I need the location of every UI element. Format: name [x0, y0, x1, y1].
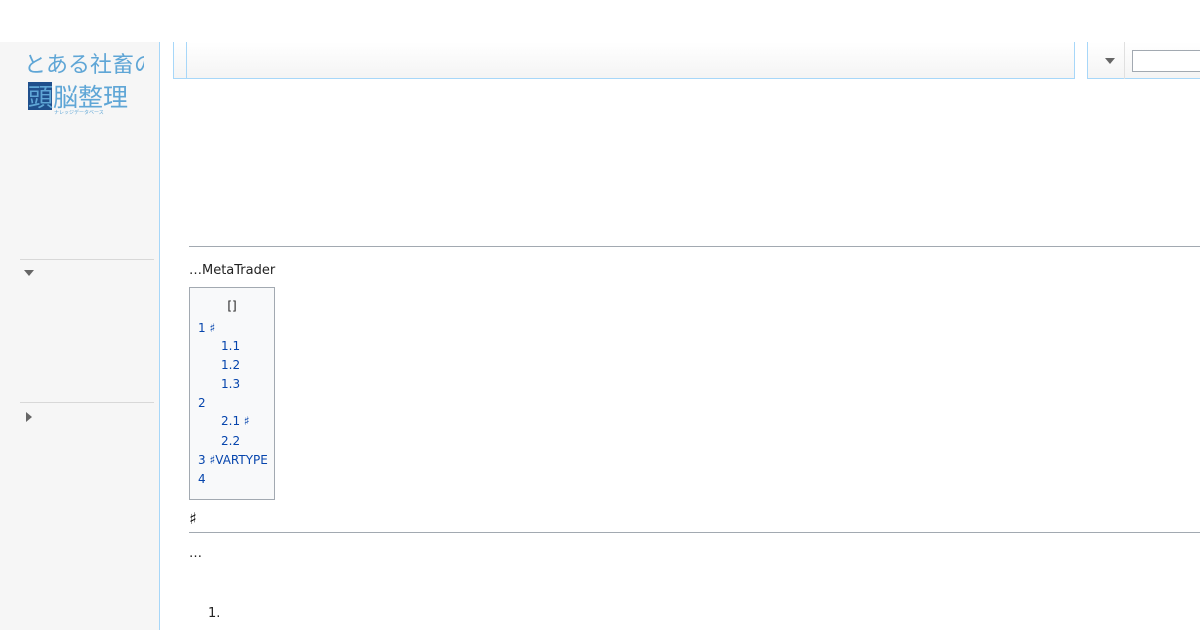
toc-item-label: ♯VARTYPE — [209, 453, 268, 467]
sidebar: とある社畜の 頭脳整理 ナレッジデータベース — [0, 0, 160, 630]
site-logo[interactable]: とある社畜の 頭脳整理 ナレッジデータベース — [24, 46, 144, 116]
content-divider — [189, 246, 1200, 247]
toc-item[interactable]: 1.2 — [221, 358, 240, 373]
toc-item-number: 1.2 — [221, 358, 241, 372]
toc-item[interactable]: 1.3 — [221, 377, 240, 392]
caret-right-icon — [26, 412, 32, 422]
toc-item-label: ♯ — [243, 414, 250, 428]
section-heading: ♯ — [189, 509, 197, 528]
more-menu-caret-down-icon[interactable] — [1104, 57, 1116, 65]
intro-text: …MetaTrader — [189, 263, 276, 278]
toc-item[interactable]: 1.1 — [221, 339, 240, 354]
toc-item-number: 2.1 — [221, 414, 241, 428]
toc-item-label: ♯ — [209, 321, 216, 335]
toc-title: [] — [227, 299, 237, 313]
caret-down-icon — [24, 270, 34, 276]
toc-item-number: 2.2 — [221, 434, 241, 448]
bar-divider — [1124, 42, 1125, 79]
logo-subtext: ナレッジデータベース — [54, 109, 104, 116]
toc-item-number: 1.1 — [221, 339, 241, 353]
tab-separator — [186, 42, 187, 79]
toc-item-number: 3 — [198, 453, 206, 467]
toc-item-number: 2 — [198, 396, 206, 410]
toc-item[interactable]: 4 — [198, 472, 206, 487]
logo-text-top: とある社畜の — [24, 53, 144, 78]
view-actions-bar — [1087, 42, 1200, 79]
logo-text-bottom: 頭脳整理 — [28, 83, 128, 112]
portal-separator — [20, 259, 154, 260]
portal-toggle-expanded[interactable] — [22, 266, 36, 280]
toc-item-number: 1 — [198, 321, 206, 335]
portal-toggle-collapsed[interactable] — [22, 410, 36, 424]
ordered-list-marker: 1. — [208, 606, 221, 621]
toc-item[interactable]: 2.2 — [221, 434, 240, 449]
toc-item[interactable]: 2.1 ♯ — [221, 414, 250, 429]
toc-item[interactable]: 2 — [198, 396, 206, 411]
portal-separator — [20, 402, 154, 403]
table-of-contents: [] 1 ♯ 1.1 1.2 1.3 2 2.1 ♯ 2.2 3 ♯VARTYP… — [189, 287, 275, 500]
toc-item-number: 1.3 — [221, 377, 241, 391]
page-tabs-bar — [173, 42, 1075, 79]
toc-item-number: 4 — [198, 472, 206, 486]
paragraph-text: … — [189, 546, 202, 561]
toc-item[interactable]: 3 ♯VARTYPE — [198, 453, 268, 468]
toc-item[interactable]: 1 ♯ — [198, 321, 215, 336]
search-input[interactable] — [1132, 50, 1200, 72]
sidebar-top-spacer — [0, 0, 160, 42]
heading-underline — [189, 532, 1200, 533]
